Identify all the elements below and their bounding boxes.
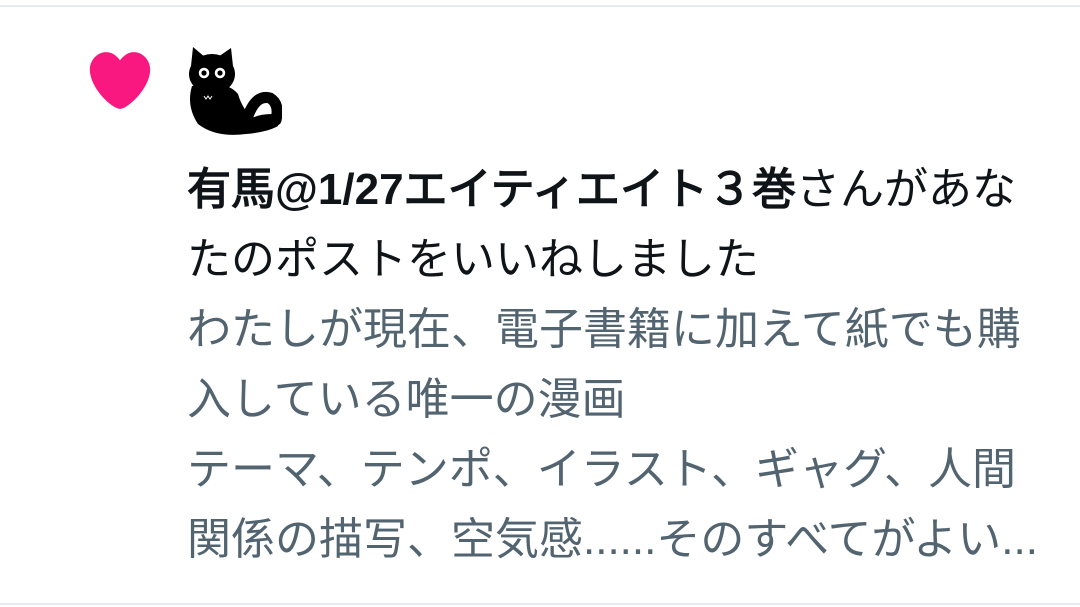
notification-content: 有馬@1/27エイティエイト３巻さんがあなたのポストをいいねしました わたしが現… <box>187 155 1057 575</box>
post-preview: わたしが現在、電子書籍に加えて紙でも購入している唯一の漫画 テーマ、テンポ、イラ… <box>187 295 1057 575</box>
post-text-line: テーマ、テンポ、イラスト、ギャグ、人間関係の描写、空気感......そのすべてが… <box>187 445 1038 564</box>
like-notification[interactable]: 有馬@1/27エイティエイト３巻さんがあなたのポストをいいねしました わたしが現… <box>0 0 1080 607</box>
bottom-divider <box>0 603 1080 605</box>
user-name-link[interactable]: 有馬@1/27エイティエイト３巻 <box>187 165 796 214</box>
post-text-line: わたしが現在、電子書籍に加えて紙でも購入している唯一の漫画 <box>187 305 1021 424</box>
notification-headline: 有馬@1/27エイティエイト３巻さんがあなたのポストをいいねしました <box>187 155 1057 295</box>
top-divider <box>0 5 1080 7</box>
user-avatar[interactable] <box>182 44 282 140</box>
heart-icon <box>84 44 156 116</box>
black-cat-avatar-icon <box>189 47 282 135</box>
